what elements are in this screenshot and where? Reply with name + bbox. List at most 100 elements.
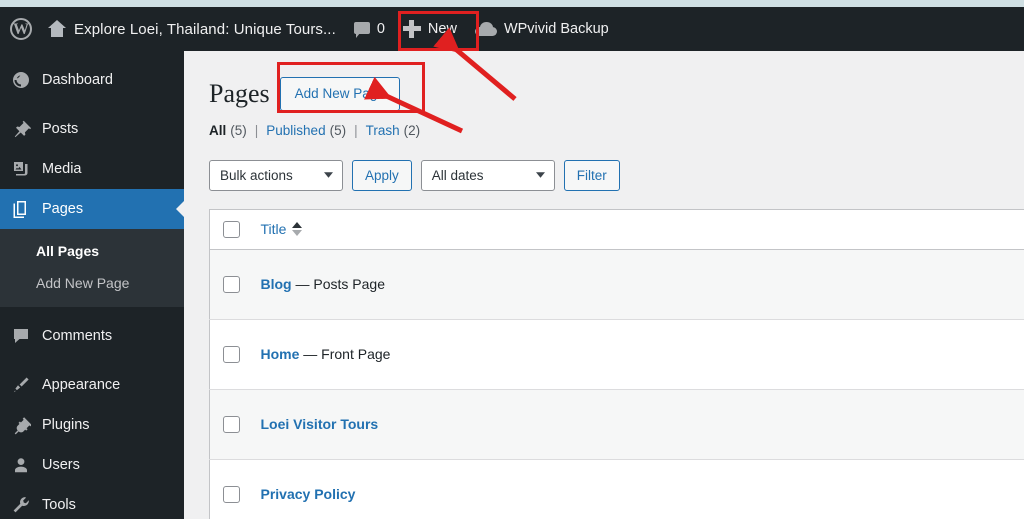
comments-icon [11, 326, 31, 346]
appearance-icon [11, 375, 31, 395]
cloud-icon [474, 22, 497, 36]
sidebar-item-label: Dashboard [42, 72, 113, 88]
table-row: Privacy Policy [209, 458, 1024, 519]
sidebar-item-label: Posts [42, 121, 79, 137]
page-link[interactable]: Home [261, 346, 300, 362]
sidebar-item-plugins[interactable]: Plugins [0, 405, 184, 445]
site-name-menu[interactable]: Explore Loei, Thailand: Unique Tours... [38, 7, 345, 51]
row-select-cell [209, 388, 252, 460]
comments-bubble[interactable]: 0 [345, 7, 394, 51]
wpvivid-label: WPvivid Backup [503, 21, 609, 37]
sidebar-item-dashboard[interactable]: Dashboard [0, 60, 184, 100]
admin-bar: W Explore Loei, Thailand: Unique Tours..… [0, 7, 1024, 51]
column-header-title: Title [251, 209, 1024, 250]
filter-divider: | [254, 122, 259, 138]
sidebar-item-comments[interactable]: Comments [0, 316, 184, 356]
table-body: Blog — Posts Page Home — Front Page Loei… [209, 249, 1024, 519]
post-state: — Posts Page [295, 276, 386, 293]
sidebar-item-tools[interactable]: Tools [0, 485, 184, 519]
submenu-item-all-pages[interactable]: All Pages [0, 235, 184, 267]
chevron-down-icon [324, 172, 333, 178]
date-filter-value: All dates [431, 167, 484, 183]
media-icon [11, 159, 31, 179]
filter-button[interactable]: Filter [563, 159, 620, 191]
pages-submenu: All Pages Add New Page [0, 229, 184, 307]
page-header: Pages Add New Page [184, 51, 1024, 111]
row-title-cell: Blog — Posts Page [251, 249, 1024, 320]
post-state: — Front Page [303, 346, 391, 363]
wordpress-admin-screen: W Explore Loei, Thailand: Unique Tours..… [0, 0, 1024, 519]
page-link[interactable]: Privacy Policy [261, 486, 356, 502]
main-content-area: Pages Add New Page All (5) | Published (… [184, 51, 1024, 519]
status-filter-links: All (5) | Published (5) | Trash (2) [209, 123, 1024, 138]
column-header-title-label: Title [260, 221, 287, 238]
sidebar-item-label: Pages [42, 201, 84, 217]
sidebar-item-media[interactable]: Media [0, 149, 184, 189]
sort-by-title-link[interactable]: Title [261, 221, 303, 237]
sidebar-item-label: Appearance [42, 377, 121, 393]
dashboard-icon [11, 70, 31, 90]
table-header-row: Title [209, 209, 1024, 250]
comments-count: 0 [376, 21, 385, 37]
wpvivid-backup-menu[interactable]: WPvivid Backup [466, 7, 618, 51]
new-label: New [427, 21, 457, 37]
page-link[interactable]: Blog [261, 276, 292, 292]
add-new-page-button[interactable]: Add New Page [279, 77, 400, 111]
plus-icon [402, 20, 421, 38]
chevron-down-icon [535, 172, 545, 178]
bulk-actions-value: Bulk actions [220, 167, 293, 183]
comment-bubble-icon [353, 22, 370, 38]
row-checkbox[interactable] [223, 346, 240, 364]
sidebar-item-label: Media [42, 161, 82, 177]
new-content-menu[interactable]: New [394, 7, 466, 51]
site-name-label: Explore Loei, Thailand: Unique Tours... [74, 20, 336, 38]
row-title-cell: Home — Front Page [251, 318, 1024, 390]
row-checkbox[interactable] [223, 486, 240, 504]
select-all-header [209, 209, 252, 250]
row-checkbox[interactable] [223, 276, 240, 294]
table-row: Loei Visitor Tours [209, 388, 1024, 460]
date-filter-select[interactable]: All dates [420, 159, 555, 191]
page-title: Pages [209, 79, 270, 108]
sort-arrows-icon [292, 222, 303, 237]
sidebar-item-label: Users [42, 457, 80, 473]
pages-icon [11, 199, 31, 219]
sidebar-item-posts[interactable]: Posts [0, 109, 184, 149]
table-head: Title [209, 209, 1024, 250]
filter-count-published: (5) [329, 122, 347, 138]
sidebar-item-pages[interactable]: Pages [0, 189, 185, 229]
row-select-cell [209, 249, 252, 320]
pin-icon [11, 119, 31, 139]
filter-link-all[interactable]: All [209, 123, 226, 138]
table-row: Home — Front Page [209, 318, 1024, 390]
filter-link-trash[interactable]: Trash [366, 123, 400, 138]
submenu-item-add-new-page[interactable]: Add New Page [0, 267, 184, 299]
wordpress-logo-icon: W [10, 18, 32, 40]
table-row: Blog — Posts Page [209, 249, 1024, 320]
page-link[interactable]: Loei Visitor Tours [261, 416, 379, 432]
bulk-actions-select[interactable]: Bulk actions [209, 159, 343, 191]
sidebar-item-label: Plugins [42, 417, 90, 433]
admin-sidebar-menu: Dashboard Posts Media Pages All Pages Ad… [0, 51, 185, 519]
filter-link-published[interactable]: Published [266, 123, 325, 138]
apply-button[interactable]: Apply [352, 159, 412, 191]
row-checkbox[interactable] [223, 416, 240, 434]
filter-count-all: (5) [230, 122, 247, 138]
users-icon [11, 455, 31, 475]
filter-count-trash: (2) [403, 122, 421, 138]
sidebar-item-label: Tools [42, 497, 76, 513]
sidebar-item-appearance[interactable]: Appearance [0, 365, 184, 405]
row-title-cell: Privacy Policy [251, 458, 1024, 519]
wp-logo-menu[interactable]: W [0, 7, 38, 51]
table-navigation-top: Bulk actions Apply All dates Filter [209, 159, 1024, 191]
pages-list-table: Title Blog — Posts Page Home — Front Pag… [209, 208, 1024, 519]
browser-top-strip [0, 0, 1024, 7]
row-title-cell: Loei Visitor Tours [251, 388, 1024, 460]
tools-icon [11, 495, 31, 515]
select-all-checkbox[interactable] [223, 221, 240, 239]
plugins-icon [11, 415, 31, 435]
row-select-cell [209, 458, 252, 519]
home-icon [47, 20, 67, 38]
filter-divider: | [354, 122, 358, 138]
sidebar-item-users[interactable]: Users [0, 445, 184, 485]
